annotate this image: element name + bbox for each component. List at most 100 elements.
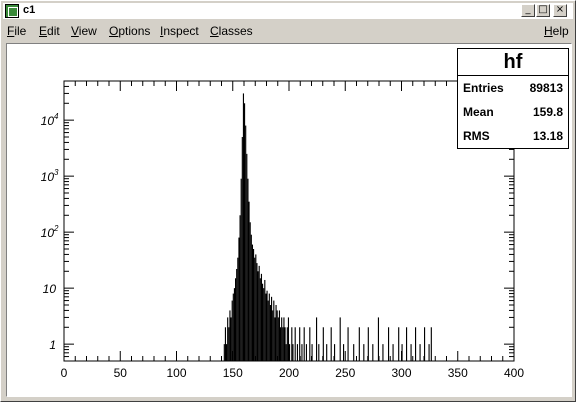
histogram-bar bbox=[326, 344, 328, 361]
x-tick-label: 400 bbox=[504, 366, 524, 380]
y-tick-exponent: 4 bbox=[54, 112, 59, 121]
histogram-bar bbox=[265, 293, 267, 361]
histogram-bar bbox=[254, 257, 256, 361]
x-tick-label: 0 bbox=[61, 366, 68, 380]
histogram-bar bbox=[273, 300, 275, 361]
histogram-bar bbox=[316, 317, 318, 361]
histogram-bar bbox=[358, 327, 360, 361]
menu-file[interactable]: File bbox=[7, 24, 26, 38]
histogram-bar bbox=[268, 293, 270, 361]
histogram-bar bbox=[343, 344, 345, 361]
x-tick-label: 250 bbox=[335, 366, 355, 380]
histogram-bar bbox=[406, 327, 408, 361]
plot-canvas[interactable]: 0 50 100 150 200 250 300 350 400 1 10 10 2 10 3 10 4 hf … bbox=[6, 43, 572, 397]
histogram-bar bbox=[238, 237, 240, 361]
histogram-bar bbox=[347, 327, 349, 361]
histogram-bar bbox=[264, 279, 266, 361]
histogram-bar bbox=[228, 327, 230, 361]
app-icon bbox=[5, 4, 19, 18]
stats-title: hf bbox=[458, 49, 568, 76]
histogram-bar bbox=[285, 344, 287, 361]
histogram-bar bbox=[286, 327, 288, 361]
close-button[interactable]: × bbox=[553, 4, 567, 17]
histogram-bar bbox=[281, 317, 283, 361]
histogram-bar bbox=[292, 344, 294, 361]
histogram-bar bbox=[232, 293, 234, 361]
histogram-bar bbox=[236, 268, 238, 361]
menu-options[interactable]: Options bbox=[109, 24, 150, 38]
histogram-bar bbox=[363, 344, 365, 361]
histogram-bar bbox=[260, 273, 263, 361]
histogram-bar bbox=[309, 327, 311, 361]
menu-edit[interactable]: Edit bbox=[39, 24, 60, 38]
histogram-bar bbox=[245, 125, 247, 361]
stats-label: RMS bbox=[463, 129, 490, 143]
histogram-bar bbox=[271, 296, 273, 361]
histogram-bar bbox=[244, 103, 246, 361]
histogram-bar bbox=[278, 310, 281, 361]
histogram-bar bbox=[239, 215, 241, 361]
histogram-bar bbox=[430, 327, 432, 361]
x-tick-label: 200 bbox=[279, 366, 299, 380]
stats-box: hf Entries 89813 Mean 159.8 RMS 13.18 bbox=[457, 48, 569, 149]
histogram-bar bbox=[241, 137, 243, 361]
histogram-bar bbox=[227, 317, 229, 361]
histogram-bar bbox=[282, 327, 284, 361]
histogram-bar bbox=[262, 283, 264, 361]
histogram-bar bbox=[272, 310, 274, 361]
histogram-bar bbox=[257, 271, 259, 361]
histogram-bar bbox=[275, 305, 277, 361]
histogram-bar bbox=[415, 327, 417, 361]
stats-row-mean: Mean 159.8 bbox=[458, 100, 568, 124]
histogram-bar bbox=[237, 257, 239, 361]
histogram-bar bbox=[246, 153, 248, 361]
histogram-bar bbox=[410, 344, 412, 361]
histogram-bar bbox=[305, 344, 308, 361]
y-tick-label: 10 bbox=[41, 170, 55, 184]
histogram-bar bbox=[235, 278, 237, 361]
x-tick-label: 150 bbox=[223, 366, 243, 380]
histogram-bar bbox=[224, 327, 227, 361]
histogram-bar bbox=[253, 249, 255, 361]
histogram-bar bbox=[398, 327, 400, 361]
minimize-button[interactable]: _ bbox=[521, 4, 535, 17]
histogram-bar bbox=[367, 327, 369, 361]
menu-classes[interactable]: Classes bbox=[210, 24, 253, 38]
x-tick-label: 300 bbox=[391, 366, 411, 380]
window: c1 _ □ × File Edit View Options Inspect … bbox=[0, 0, 576, 402]
histogram-bar bbox=[382, 344, 384, 361]
y-tick-exponent: 2 bbox=[53, 224, 59, 233]
maximize-button[interactable]: □ bbox=[536, 4, 550, 17]
histogram-bar bbox=[223, 344, 225, 361]
histogram-bar bbox=[242, 93, 245, 362]
histogram-bar bbox=[240, 178, 242, 361]
stats-value: 89813 bbox=[529, 81, 563, 95]
menu-view[interactable]: View bbox=[71, 24, 97, 38]
histogram-bar bbox=[428, 344, 430, 361]
histogram-bar bbox=[247, 178, 249, 361]
histogram-bar bbox=[299, 327, 301, 361]
stats-row-entries: Entries 89813 bbox=[458, 76, 568, 100]
histogram-bar bbox=[256, 263, 258, 361]
histogram-bar bbox=[353, 344, 355, 361]
histogram-bar bbox=[266, 290, 268, 361]
histogram-bar bbox=[258, 265, 260, 361]
y-tick-label: 10 bbox=[43, 282, 57, 296]
title-bar[interactable]: c1 _ □ × bbox=[3, 3, 573, 19]
histogram-bar bbox=[296, 344, 299, 361]
histogram-bar bbox=[255, 254, 257, 361]
menu-inspect[interactable]: Inspect bbox=[160, 24, 199, 38]
menu-bar: File Edit View Options Inspect Classes H… bbox=[3, 22, 573, 40]
x-tick-label: 50 bbox=[114, 366, 128, 380]
menu-help[interactable]: Help bbox=[544, 24, 569, 38]
histogram-bar bbox=[233, 288, 236, 361]
histogram-bar bbox=[388, 327, 390, 361]
y-tick-label: 10 bbox=[41, 114, 55, 128]
window-title: c1 bbox=[23, 4, 36, 16]
y-tick-label: 1 bbox=[49, 338, 56, 352]
histogram-bar bbox=[263, 288, 265, 361]
histogram-bar bbox=[230, 317, 232, 361]
histogram-bar bbox=[269, 305, 272, 361]
histogram-bar bbox=[291, 327, 293, 361]
histogram-bar bbox=[377, 317, 380, 361]
